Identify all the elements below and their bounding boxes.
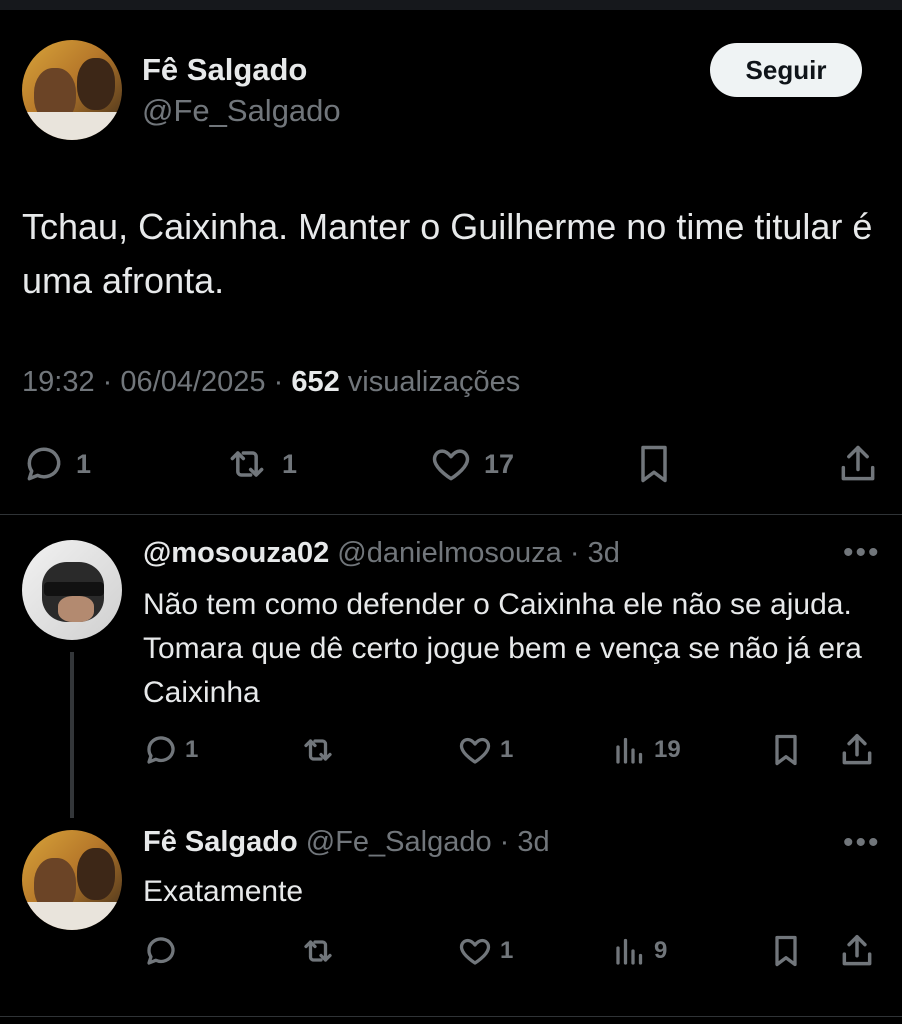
- bookmark-icon: [641, 445, 667, 483]
- repost-count: 1: [282, 448, 298, 479]
- views-count: 9: [654, 937, 668, 964]
- meta-separator: ·: [569, 537, 580, 569]
- author-avatar[interactable]: [22, 40, 122, 140]
- reply-button[interactable]: 1: [22, 442, 91, 486]
- views-label: visualizações: [347, 366, 521, 398]
- reply-age[interactable]: 3d: [588, 537, 620, 569]
- reply-button[interactable]: [143, 933, 189, 969]
- thread-line: [70, 652, 74, 818]
- more-icon: •••: [843, 536, 881, 569]
- meta-separator: ·: [499, 826, 510, 858]
- reply-age[interactable]: 3d: [517, 826, 549, 858]
- reply-author-handle[interactable]: @Fe_Salgado: [306, 826, 492, 858]
- author-handle[interactable]: @Fe_Salgado: [142, 93, 341, 129]
- bookmark-button[interactable]: [632, 440, 676, 488]
- reply-icon: [27, 447, 61, 481]
- reply-count: 1: [185, 736, 199, 763]
- tweet-meta: 19:32 · 06/04/2025 · 652 visualizações: [22, 366, 520, 399]
- follow-button[interactable]: Seguir: [710, 43, 862, 97]
- like-icon: [459, 737, 491, 764]
- views-count: 652: [291, 366, 340, 398]
- like-count: 1: [500, 937, 514, 964]
- reply-header: Fê Salgado @Fe_Salgado · 3d: [143, 826, 550, 859]
- tweet-text: Tchau, Caixinha. Manter o Guilherme no t…: [22, 206, 873, 301]
- top-bar: [0, 0, 902, 10]
- repost-icon: [304, 739, 332, 761]
- like-button[interactable]: 1: [456, 933, 513, 969]
- like-count: 17: [484, 448, 515, 479]
- repost-button[interactable]: [298, 732, 348, 768]
- repost-button[interactable]: [298, 933, 348, 969]
- share-button[interactable]: [838, 931, 876, 971]
- bookmark-button[interactable]: [768, 931, 804, 971]
- reply-text: Não tem como defender o Caixinha ele não…: [143, 588, 862, 709]
- like-icon: [432, 449, 470, 481]
- tweet-time[interactable]: 19:32: [22, 366, 95, 398]
- author-name[interactable]: Fê Salgado: [142, 52, 307, 88]
- reply-avatar[interactable]: [22, 540, 122, 640]
- bookmark-icon: [775, 734, 797, 766]
- reply-author-name[interactable]: @mosouza02: [143, 537, 329, 569]
- bookmark-icon: [775, 935, 797, 967]
- bookmark-button[interactable]: [768, 730, 804, 770]
- reply-author-handle[interactable]: @danielmosouza: [337, 537, 562, 569]
- like-button[interactable]: 17: [428, 442, 514, 486]
- share-icon: [842, 935, 872, 966]
- like-count: 1: [500, 736, 514, 763]
- views-count: 19: [654, 736, 681, 763]
- views-button[interactable]: 9: [612, 933, 667, 969]
- like-icon: [459, 938, 491, 965]
- divider: [0, 1016, 902, 1017]
- views-button[interactable]: 19: [612, 732, 681, 768]
- views-icon: [616, 938, 643, 965]
- meta-separator: ·: [273, 366, 284, 398]
- reply-icon: [147, 937, 175, 965]
- more-icon: •••: [843, 826, 881, 859]
- reply-icon: [147, 736, 175, 764]
- reply-text: Exatamente: [143, 875, 304, 908]
- views-icon: [616, 737, 643, 764]
- divider: [0, 514, 902, 515]
- reply-button[interactable]: 1: [143, 732, 198, 768]
- share-button[interactable]: [838, 730, 876, 770]
- repost-button[interactable]: 1: [222, 442, 297, 486]
- repost-icon: [304, 940, 332, 962]
- reply-avatar[interactable]: [22, 830, 122, 930]
- reply-header: @mosouza02 @danielmosouza · 3d: [143, 537, 620, 570]
- share-icon: [841, 445, 875, 481]
- share-button[interactable]: [836, 440, 880, 488]
- reply-author-name[interactable]: Fê Salgado: [143, 826, 298, 858]
- like-button[interactable]: 1: [456, 732, 513, 768]
- share-icon: [842, 734, 872, 765]
- tweet-date[interactable]: 06/04/2025: [120, 366, 265, 398]
- meta-separator: ·: [102, 366, 113, 398]
- more-button[interactable]: •••: [843, 826, 881, 860]
- reply-count: 1: [76, 448, 92, 479]
- more-button[interactable]: •••: [843, 536, 881, 570]
- repost-icon: [230, 451, 264, 477]
